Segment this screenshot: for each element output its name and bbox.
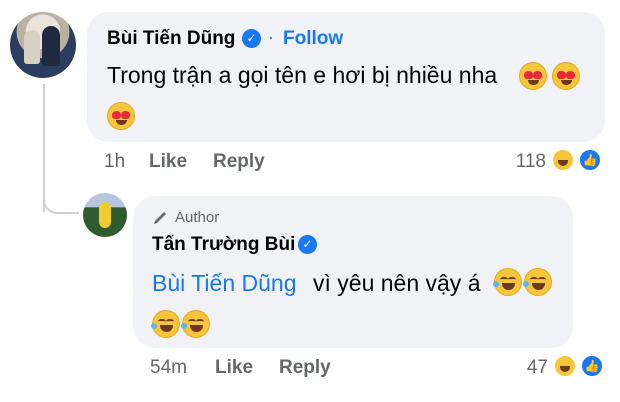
- comment-text: Trong trận a gọi tên e hơi bị nhiều nha: [107, 62, 498, 88]
- reply-timestamp[interactable]: 54m: [150, 357, 187, 379]
- follow-button[interactable]: Follow: [283, 28, 343, 50]
- comment-author-name[interactable]: Bùi Tiến Dũng: [107, 28, 235, 50]
- like-button[interactable]: Like: [149, 151, 187, 173]
- reply-author-name[interactable]: Tấn Trường Bùi: [152, 234, 295, 256]
- rofl-emoji-icon: [493, 268, 522, 296]
- heart-eyes-emoji-icon: [519, 62, 547, 90]
- rofl-emoji-icon: [181, 310, 210, 338]
- verified-badge-icon: ✓: [298, 235, 317, 254]
- reply-button[interactable]: Reply: [279, 357, 331, 379]
- mention-link[interactable]: Bùi Tiến Dũng: [152, 270, 296, 296]
- reaction-count[interactable]: 47: [514, 357, 548, 379]
- reaction-count[interactable]: 118: [510, 151, 546, 173]
- like-button[interactable]: Like: [215, 357, 253, 379]
- thread-connector: [43, 180, 79, 214]
- avatar[interactable]: [10, 12, 76, 78]
- rofl-emoji-icon: [523, 268, 552, 296]
- like-reaction-icon: 👍: [580, 354, 604, 378]
- like-reaction-icon: 👍: [578, 148, 602, 172]
- pencil-icon: [154, 212, 166, 224]
- heart-eyes-emoji-icon: [552, 62, 580, 90]
- avatar[interactable]: [83, 193, 127, 237]
- reply-text-line: Bùi Tiến Dũng: [152, 270, 296, 297]
- comment-timestamp[interactable]: 1h: [104, 151, 125, 173]
- reply-button[interactable]: Reply: [213, 151, 265, 173]
- author-badge: Author: [175, 209, 220, 226]
- haha-reaction-icon: [553, 354, 577, 378]
- rofl-emoji-icon: [151, 310, 180, 338]
- verified-badge-icon: ✓: [242, 29, 261, 48]
- heart-eyes-emoji-icon: [107, 102, 135, 130]
- reply-text: vì yêu nên vậy á: [313, 270, 481, 296]
- haha-reaction-icon: [551, 148, 575, 172]
- separator-dot: ·: [268, 27, 274, 47]
